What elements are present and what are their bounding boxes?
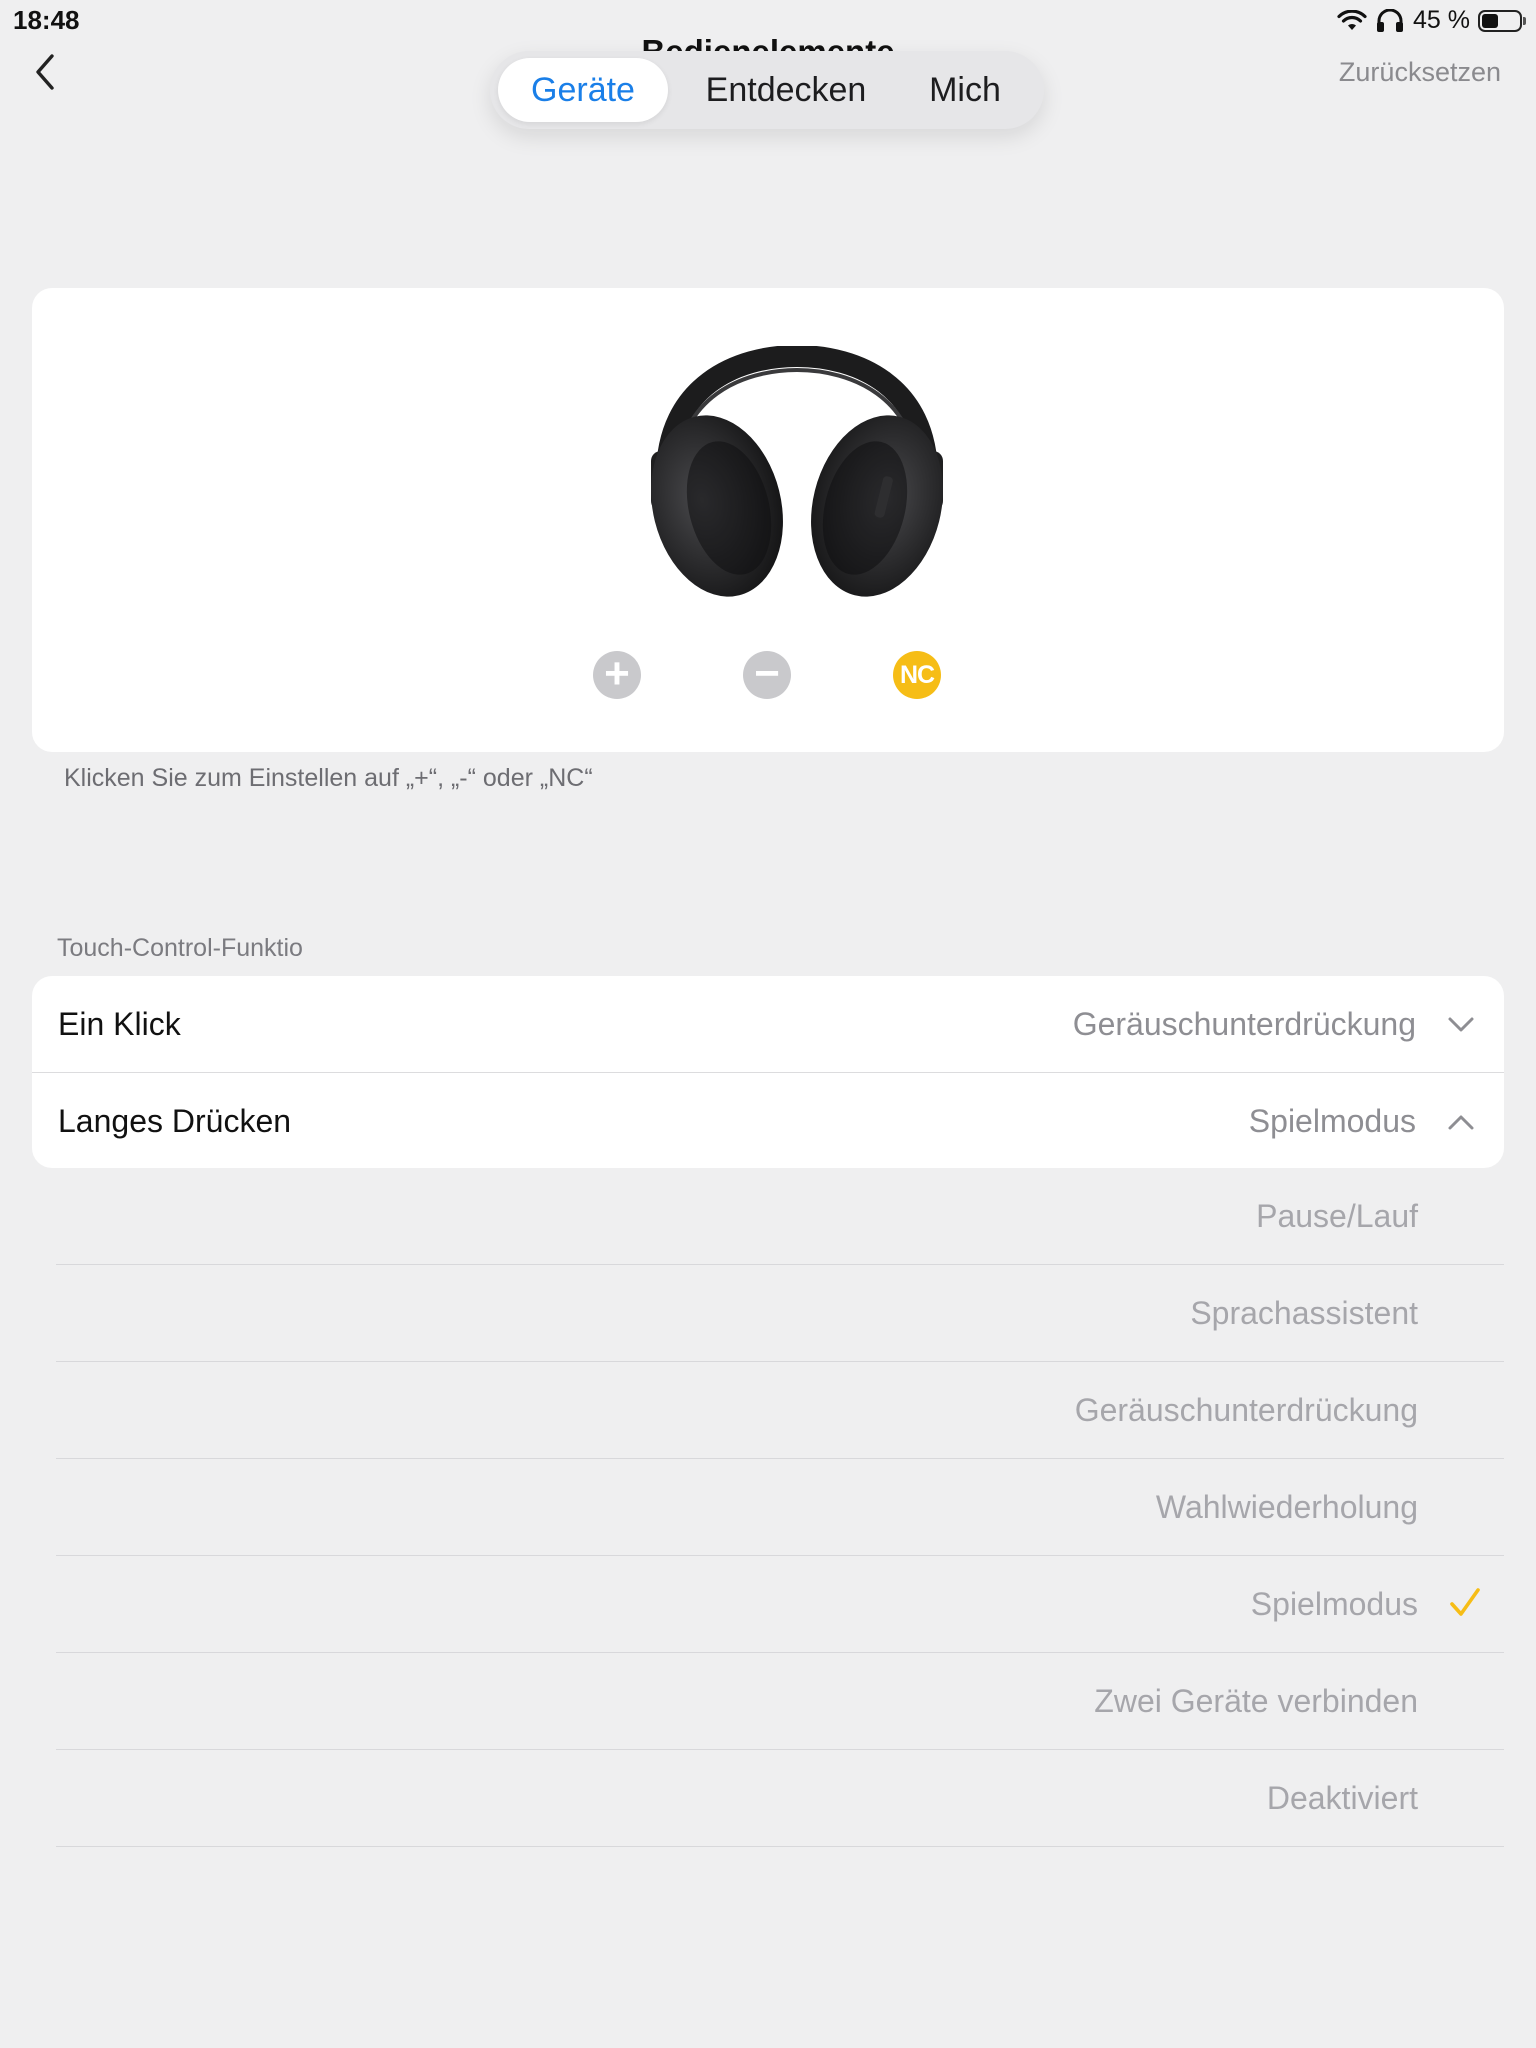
option-noise-cancellation[interactable]: Geräuschunterdrückung [56,1362,1504,1459]
touch-settings-card: Ein Klick Geräuschunterdrückung Langes D… [32,976,1504,1168]
device-hint: Klicken Sie zum Einstellen auf „+“, „-“ … [64,764,593,792]
plus-icon: + [604,649,630,698]
option-label: Sprachassistent [1190,1295,1418,1331]
volume-up-button[interactable]: + [593,651,641,699]
option-connect-two-devices[interactable]: Zwei Geräte verbinden [56,1653,1504,1750]
checkmark-icon [1450,1588,1480,1616]
battery-percent: 45 % [1413,6,1470,34]
headphones-icon [1377,8,1404,32]
headphones-image [651,346,943,597]
long-press-options: Pause/Lauf Sprachassistent Geräuschunter… [56,1168,1504,1847]
battery-fill [1482,13,1499,28]
noise-cancel-icon: NC [899,661,935,689]
reset-button[interactable]: Zurücksetzen [1339,57,1501,88]
option-voice-assistant[interactable]: Sprachassistent [56,1265,1504,1362]
option-redial[interactable]: Wahlwiederholung [56,1459,1504,1556]
option-label: Deaktiviert [1266,1780,1418,1816]
section-header: Touch-Control-Funktio [57,934,303,962]
row-single-click[interactable]: Ein Klick Geräuschunterdrückung [32,976,1504,1072]
option-label: Wahlwiederholung [1155,1489,1418,1525]
status-time: 18:48 [13,5,80,35]
option-label: Geräuschunterdrückung [1074,1392,1418,1428]
device-card: + − NC [32,288,1504,752]
chevron-up-icon [1448,1115,1474,1130]
volume-down-button[interactable]: − [743,651,791,699]
noise-cancel-button[interactable]: NC [893,651,941,699]
wifi-icon [1337,9,1367,30]
option-pause-play[interactable]: Pause/Lauf [56,1168,1504,1265]
row-value: Geräuschunterdrückung [1072,1006,1416,1042]
option-label: Pause/Lauf [1256,1198,1418,1234]
tab-entdecken[interactable]: Entdecken [676,58,896,122]
row-value: Spielmodus [1248,1103,1416,1139]
row-label: Ein Klick [58,1006,181,1042]
minus-icon: − [754,649,780,698]
option-label: Spielmodus [1250,1586,1418,1622]
row-long-press[interactable]: Langes Drücken Spielmodus [32,1072,1504,1169]
status-icons: 45 % [1337,6,1526,35]
tab-mich[interactable]: Mich [896,58,1034,122]
option-label: Zwei Geräte verbinden [1094,1683,1418,1719]
row-label: Langes Drücken [58,1103,292,1139]
chevron-down-icon [1448,1017,1474,1032]
option-game-mode[interactable]: Spielmodus [56,1556,1504,1653]
tab-geraete[interactable]: Geräte [498,58,668,122]
battery-icon [1478,9,1526,32]
option-disabled[interactable]: Deaktiviert [56,1750,1504,1847]
segmented-tabs: Geräte Entdecken Mich [490,51,1044,129]
